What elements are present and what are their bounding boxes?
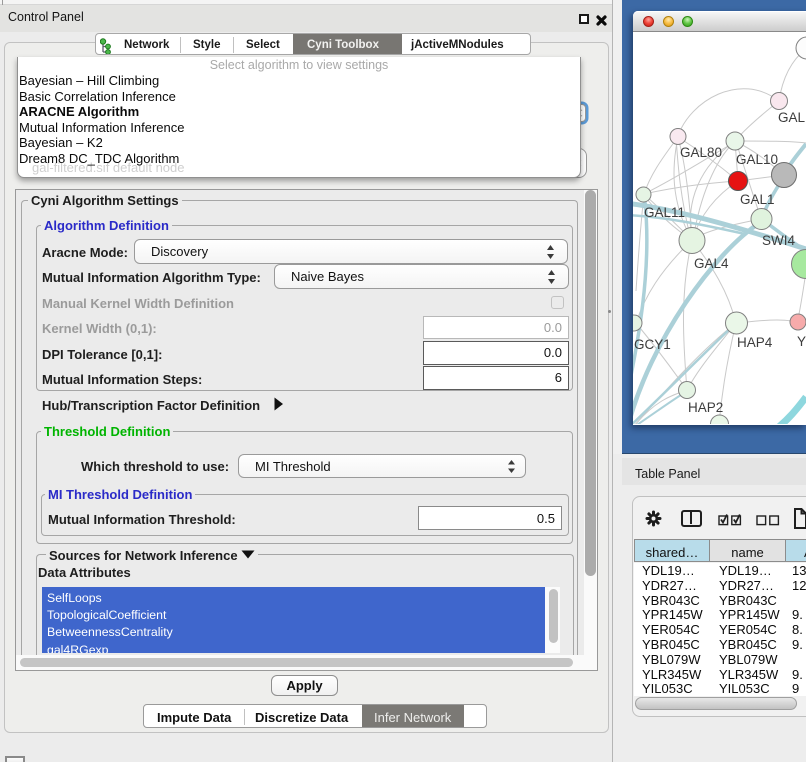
- svg-text:HAP2: HAP2: [688, 400, 723, 415]
- svg-text:GAL: GAL: [778, 110, 806, 125]
- svg-text:GAL1: GAL1: [740, 192, 775, 207]
- svg-text:HAP4: HAP4: [737, 335, 773, 350]
- svg-text:GAL80: GAL80: [680, 145, 722, 160]
- svg-text:GCY1: GCY1: [634, 337, 671, 352]
- svg-text:Y: Y: [797, 334, 806, 349]
- svg-text:GAL4: GAL4: [694, 256, 729, 271]
- svg-text:SWI4: SWI4: [762, 233, 795, 248]
- svg-text:GAL11: GAL11: [644, 205, 685, 220]
- svg-text:GAL10: GAL10: [736, 152, 778, 167]
